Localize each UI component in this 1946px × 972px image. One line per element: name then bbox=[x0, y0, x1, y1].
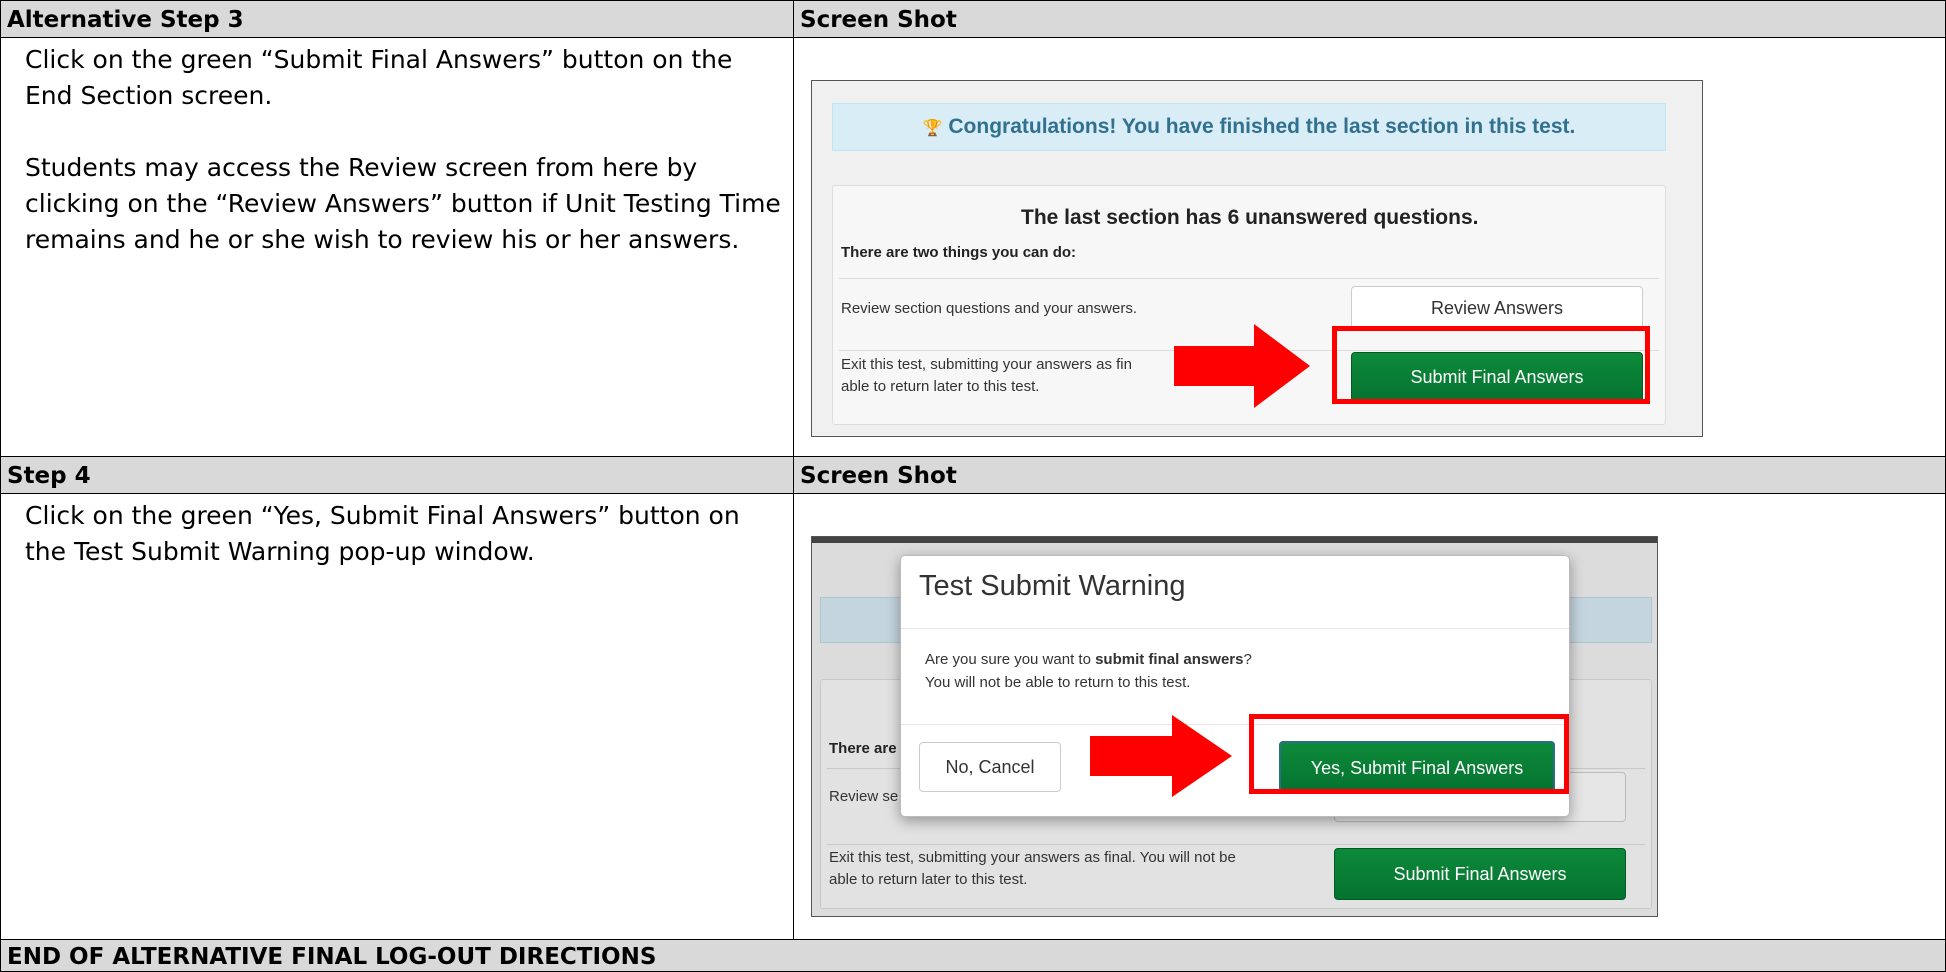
panel-title: The last section has 6 unanswered questi… bbox=[1021, 206, 1479, 229]
instructions-table: Alternative Step 3 Screen Shot Click on … bbox=[0, 0, 1946, 972]
highlight-box bbox=[1249, 714, 1569, 794]
red-arrow-icon bbox=[1090, 715, 1232, 797]
submit-warning-screenshot: There are Review se Exit this test, subm… bbox=[811, 536, 1658, 917]
background-exit-text: Exit this test, submitting your answers … bbox=[829, 847, 1309, 891]
banner-text: Congratulations! You have finished the l… bbox=[948, 115, 1576, 138]
screenshot-cell-1: 🏆 Congratulations! You have finished the… bbox=[793, 37, 1946, 457]
step3-header: Alternative Step 3 bbox=[0, 0, 794, 38]
step4-header: Step 4 bbox=[0, 456, 794, 494]
no-cancel-button[interactable]: No, Cancel bbox=[919, 742, 1061, 792]
background-subhead: There are bbox=[829, 740, 897, 757]
modal-header-divider bbox=[901, 628, 1569, 629]
modal-message-emphasis: submit final answers bbox=[1095, 651, 1244, 668]
trophy-icon: 🏆 bbox=[922, 120, 943, 137]
background-exit-line1: Exit this test, submitting your answers … bbox=[829, 849, 1236, 866]
congratulations-banner: 🏆 Congratulations! You have finished the… bbox=[832, 103, 1666, 151]
modal-message-line1: Are you sure you want to submit final an… bbox=[925, 651, 1252, 668]
highlight-box bbox=[1332, 326, 1650, 404]
divider bbox=[839, 278, 1659, 279]
screenshot-header-2: Screen Shot bbox=[793, 456, 1946, 494]
modal-title: Test Submit Warning bbox=[919, 570, 1186, 602]
end-directions-footer: END OF ALTERNATIVE FINAL LOG-OUT DIRECTI… bbox=[0, 939, 1946, 972]
background-exit-line2: able to return later to this test. bbox=[829, 871, 1028, 888]
step3-instructions: Click on the green “Submit Final Answers… bbox=[0, 37, 794, 457]
review-answers-button[interactable]: Review Answers bbox=[1351, 286, 1643, 330]
modal-message-line2: You will not be able to return to this t… bbox=[925, 674, 1191, 691]
background-review-text: Review se bbox=[829, 788, 899, 805]
options-subhead: There are two things you can do: bbox=[841, 244, 1077, 261]
step3-instruction-1: Click on the green “Submit Final Answers… bbox=[25, 45, 733, 110]
review-row-text: Review section questions and your answer… bbox=[841, 300, 1137, 317]
step4-instructions: Click on the green “Yes, Submit Final An… bbox=[0, 493, 794, 940]
screenshot-header-1: Screen Shot bbox=[793, 0, 1946, 38]
screenshot-cell-2: There are Review se Exit this test, subm… bbox=[793, 493, 1946, 940]
red-arrow-icon bbox=[1174, 324, 1310, 408]
step4-instruction-1: Click on the green “Yes, Submit Final An… bbox=[25, 501, 740, 566]
background-submit-button: Submit Final Answers bbox=[1334, 848, 1626, 900]
end-section-screenshot: 🏆 Congratulations! You have finished the… bbox=[811, 80, 1703, 437]
divider bbox=[827, 844, 1645, 845]
window-topbar bbox=[812, 537, 1657, 543]
step3-instruction-2: Students may access the Review screen fr… bbox=[25, 153, 781, 254]
modal-message: Are you sure you want to submit final an… bbox=[925, 648, 1525, 694]
